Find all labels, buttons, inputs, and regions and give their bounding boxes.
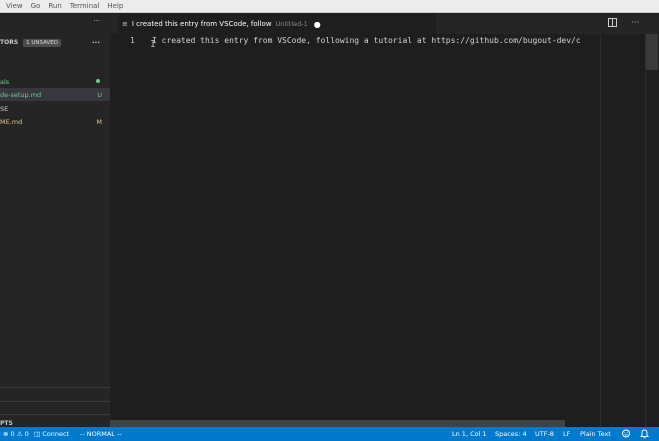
- text-editor[interactable]: 1 I I created this entry from VSCode, fo…: [110, 34, 600, 427]
- language-mode[interactable]: Plain Text: [580, 430, 611, 438]
- tab-title: I created this entry from VSCode, follow: [131, 20, 272, 28]
- problems-indicator[interactable]: ⊗ 0 ⚠ 0: [3, 430, 29, 438]
- explorer-item-label: als: [0, 77, 10, 86]
- notifications-bell-icon[interactable]: [639, 429, 650, 441]
- line-ending-setting[interactable]: LF: [563, 430, 570, 438]
- line-number: 1: [130, 36, 135, 45]
- more-actions-icon[interactable]: ···: [631, 18, 639, 29]
- divider: [0, 387, 110, 388]
- tab-description: Untitled-1: [275, 20, 308, 28]
- modified-status-badge: M: [96, 117, 102, 126]
- explorer-item-label: ME.md: [0, 117, 23, 126]
- menu-go[interactable]: Go: [31, 2, 41, 10]
- indentation-setting[interactable]: Spaces: 4: [495, 430, 527, 438]
- npm-scripts-header[interactable]: PTS: [0, 417, 110, 427]
- connect-label: Connect: [42, 430, 70, 438]
- explorer-more-actions-icon[interactable]: ···: [93, 17, 100, 25]
- untracked-status-badge: U: [97, 90, 102, 99]
- untracked-dot-icon: [96, 79, 100, 83]
- editor-actions: ···: [608, 18, 639, 29]
- explorer-item-readme-md[interactable]: ME.md M: [0, 115, 110, 128]
- cursor-position[interactable]: Ln 1, Col 1: [452, 430, 487, 438]
- minimap[interactable]: [600, 34, 645, 427]
- explorer-item-als[interactable]: als: [0, 75, 110, 88]
- explorer-item-label: SE: [0, 104, 9, 113]
- open-editors-header[interactable]: TORS 1 UNSAVED ···: [0, 36, 110, 49]
- open-editors-label: TORS: [0, 39, 19, 46]
- vertical-scrollbar-thumb[interactable]: [646, 34, 658, 70]
- menu-bar: View Go Run Terminal Help: [0, 0, 659, 13]
- divider: [0, 414, 110, 415]
- encoding-setting[interactable]: UTF-8: [535, 430, 554, 438]
- section-label: PTS: [0, 420, 13, 427]
- explorer-sidebar: ··· TORS 1 UNSAVED ··· als de-setup.md U…: [0, 14, 110, 427]
- menu-help[interactable]: Help: [107, 2, 123, 10]
- divider: [0, 401, 110, 402]
- editor-tab-untitled-1[interactable]: ≡ I created this entry from VSCode, foll…: [118, 14, 436, 34]
- menu-run[interactable]: Run: [48, 2, 61, 10]
- plain-text-file-icon: ≡: [122, 20, 128, 28]
- unsaved-dot-icon[interactable]: ●: [314, 20, 321, 29]
- explorer-item-label: de-setup.md: [0, 90, 42, 99]
- remote-connect-item[interactable]: ◫ Connect: [34, 430, 69, 438]
- feedback-icon[interactable]: [621, 429, 631, 440]
- editor-line-1[interactable]: I created this entry from VSCode, follow…: [152, 36, 600, 45]
- explorer-item-se[interactable]: SE: [0, 102, 110, 115]
- unsaved-badge: 1 UNSAVED: [23, 38, 62, 47]
- menu-terminal[interactable]: Terminal: [70, 2, 100, 10]
- horizontal-scrollbar[interactable]: [110, 420, 565, 427]
- explorer-item-setup-md[interactable]: de-setup.md U: [0, 88, 110, 101]
- editor-tab-bar: ≡ I created this entry from VSCode, foll…: [110, 14, 659, 34]
- database-icon: ◫: [34, 430, 41, 438]
- split-editor-icon[interactable]: [608, 18, 618, 29]
- menu-view[interactable]: View: [6, 2, 23, 10]
- vertical-scrollbar[interactable]: [645, 34, 659, 427]
- open-editors-more-icon[interactable]: ···: [92, 39, 100, 47]
- status-bar: ⊗ 0 ⚠ 0 ◫ Connect -- NORMAL -- Ln 1, Col…: [0, 427, 659, 441]
- vim-mode-indicator[interactable]: -- NORMAL --: [80, 430, 122, 438]
